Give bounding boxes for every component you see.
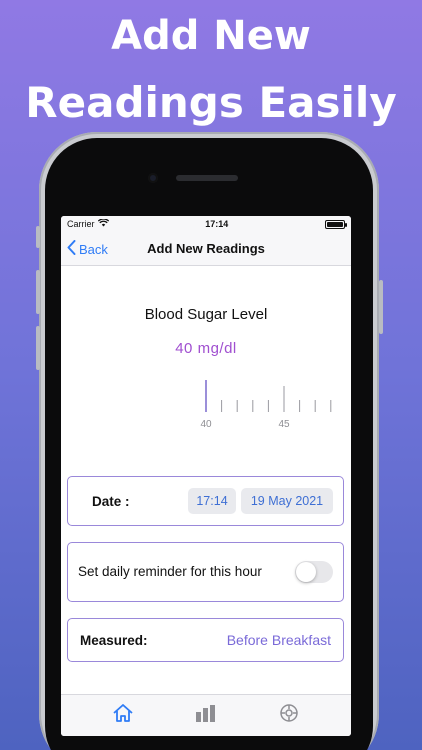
- clock-time: 17:14: [205, 219, 229, 229]
- carrier-label: Carrier: [67, 219, 95, 229]
- form-content: Blood Sugar Level 40 mg/dl 40 45 Date : …: [61, 266, 351, 694]
- date-row: Date : 17:14 19 May 2021: [67, 476, 344, 526]
- ruler-ticks: [221, 386, 332, 412]
- battery-icon: [324, 219, 347, 229]
- tab-settings[interactable]: [269, 701, 309, 731]
- reminder-toggle[interactable]: [295, 561, 333, 583]
- front-camera: [148, 173, 158, 183]
- volume-down-button: [36, 326, 40, 370]
- measured-row[interactable]: Measured: Before Breakfast: [67, 618, 344, 662]
- measured-label: Measured:: [80, 632, 148, 648]
- measured-value[interactable]: Before Breakfast: [227, 632, 331, 648]
- reading-title: Blood Sugar Level: [144, 306, 268, 323]
- back-label: Back: [79, 241, 108, 257]
- mute-switch: [36, 226, 40, 248]
- power-button: [379, 280, 383, 334]
- volume-up-button: [36, 270, 40, 314]
- back-button[interactable]: Back: [67, 232, 108, 266]
- reminder-label: Set daily reminder for this hour: [78, 564, 262, 579]
- tab-home[interactable]: [103, 701, 143, 731]
- value-ruler-slider[interactable]: 40 45: [61, 372, 351, 432]
- wifi-icon: [97, 218, 109, 229]
- navigation-bar: Back Add New Readings: [61, 232, 351, 266]
- reading-number: 40: [175, 340, 193, 357]
- time-picker-button[interactable]: 17:14: [188, 488, 236, 514]
- promo-line-1: Add New: [111, 13, 311, 59]
- date-label: Date :: [92, 493, 130, 509]
- chevron-left-icon: [67, 240, 76, 258]
- reading-unit: mg/dl: [197, 340, 237, 357]
- reading-value: 40 mg/dl: [61, 340, 351, 357]
- chart-icon: [195, 704, 217, 727]
- reminder-row: Set daily reminder for this hour: [67, 542, 344, 602]
- earpiece-speaker: [176, 175, 238, 181]
- home-icon: [112, 703, 134, 728]
- promo-line-2: Readings Easily: [25, 78, 397, 127]
- ruler-label-40: 40: [200, 419, 212, 430]
- status-bar: Carrier 17:14: [61, 216, 351, 232]
- tab-statistics[interactable]: [186, 701, 226, 731]
- date-picker-button[interactable]: 19 May 2021: [241, 488, 333, 514]
- page-title: Add New Readings: [147, 241, 265, 256]
- ruler-label-45: 45: [278, 419, 290, 430]
- app-screen: Carrier 17:14 Back Add New Readings Bloo…: [61, 216, 351, 736]
- tab-bar: [61, 694, 351, 736]
- gear-icon: [279, 703, 299, 728]
